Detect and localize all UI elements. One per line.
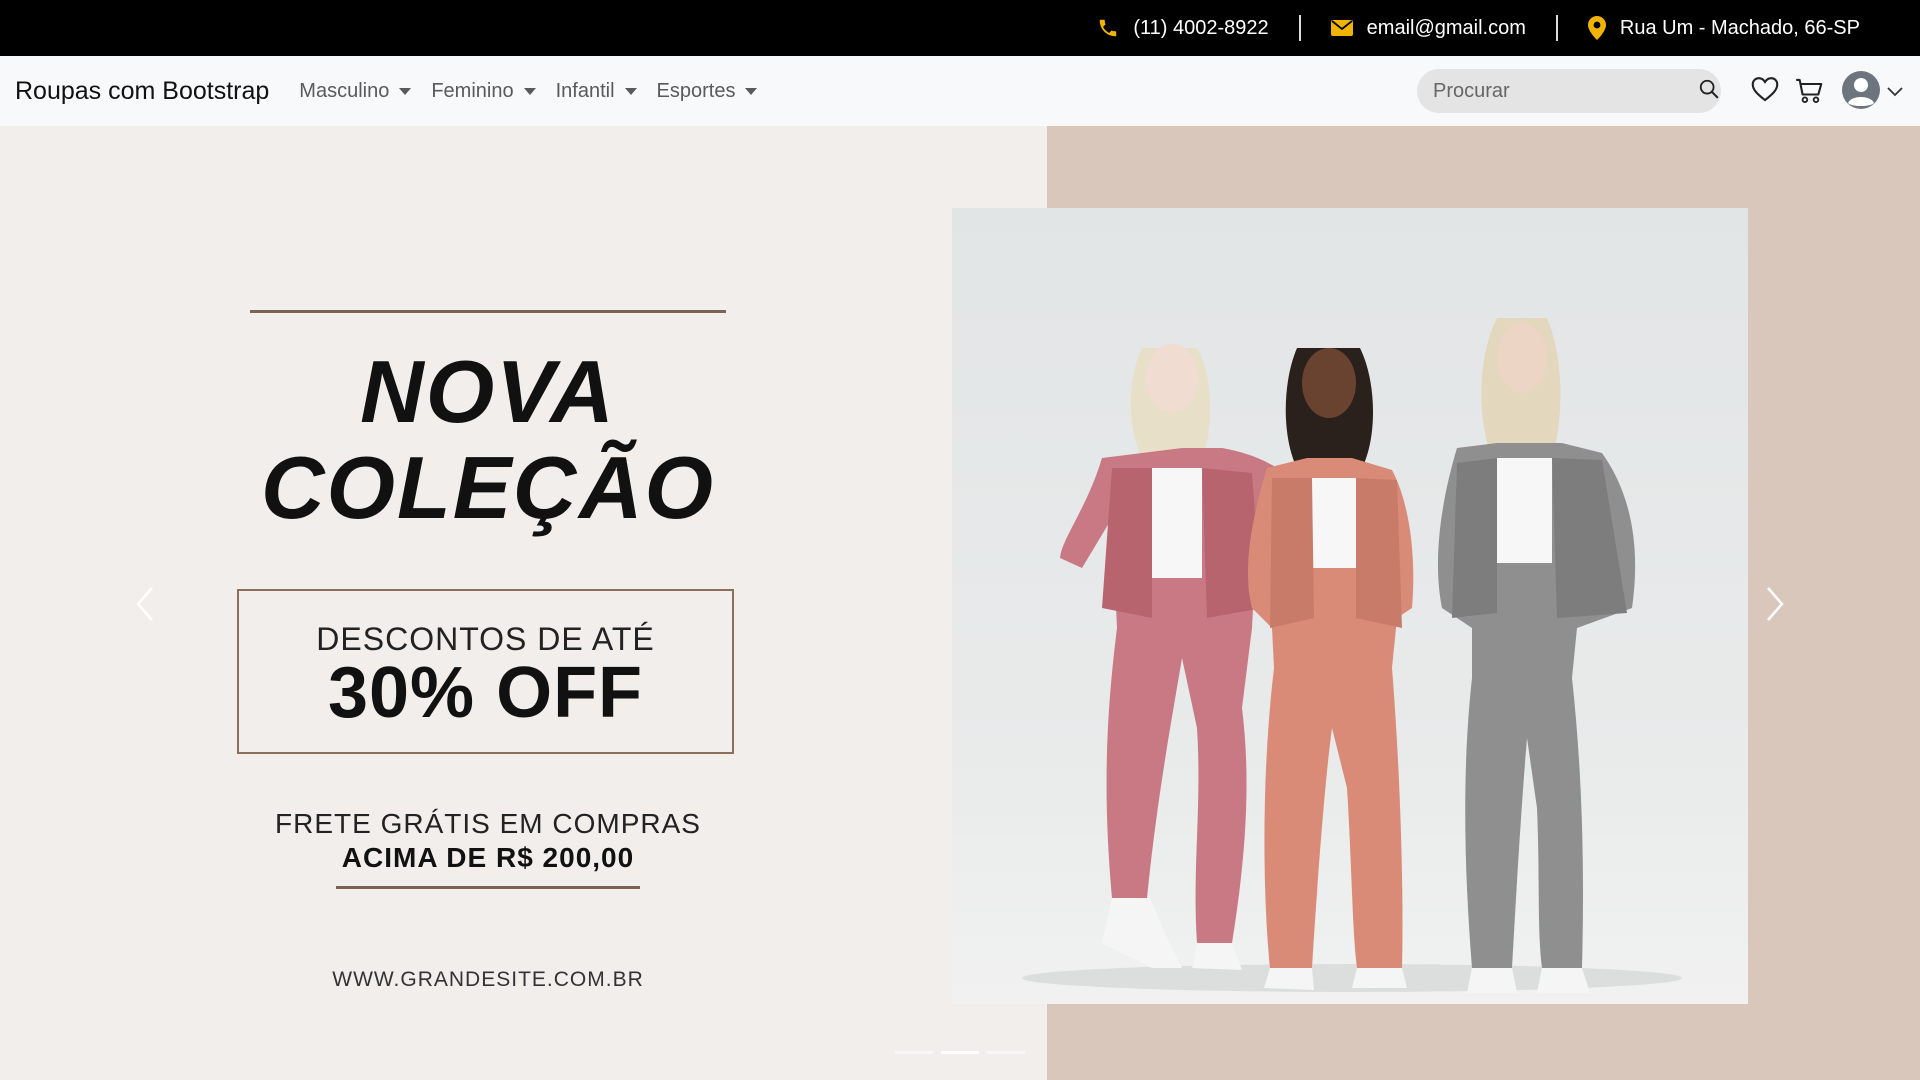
- nav-menu: Masculino Feminino Infantil Esportes: [299, 79, 758, 103]
- main-navbar: Roupas com Bootstrap Masculino Feminino …: [0, 56, 1920, 126]
- cart-icon[interactable]: [1795, 78, 1823, 109]
- decorative-line: [336, 886, 640, 889]
- search-input[interactable]: [1433, 79, 1698, 103]
- discount-value: 30% OFF: [327, 653, 644, 733]
- promo-website: WWW.GRANDESITE.COM.BR: [332, 968, 644, 991]
- phone-icon: [1097, 17, 1119, 39]
- carousel-indicator-1[interactable]: [895, 1051, 933, 1054]
- chevron-down-icon: [1887, 84, 1903, 102]
- caret-down-icon: [745, 87, 758, 95]
- user-menu[interactable]: [1841, 70, 1903, 115]
- address-contact[interactable]: Rua Um - Machado, 66-SP: [1558, 16, 1890, 40]
- nav-label: Infantil: [555, 79, 615, 102]
- model-middle: [1247, 348, 1414, 990]
- nav-label: Masculino: [299, 79, 390, 102]
- nav-label: Feminino: [431, 79, 514, 102]
- map-pin-icon: [1587, 16, 1606, 40]
- caret-down-icon: [624, 87, 637, 95]
- nav-dropdown-feminino[interactable]: Feminino: [431, 79, 536, 103]
- nav-label: Esportes: [656, 79, 736, 102]
- caret-down-icon: [523, 87, 536, 95]
- email-text: email@gmail.com: [1366, 16, 1526, 39]
- phone-text: (11) 4002-8922: [1133, 16, 1269, 39]
- email-contact[interactable]: email@gmail.com: [1301, 17, 1556, 40]
- search-bar: [1417, 69, 1721, 113]
- user-avatar-icon: [1841, 70, 1881, 115]
- chevron-right-icon: [1764, 586, 1786, 627]
- chevron-left-icon: [134, 586, 156, 627]
- model-right: [1437, 318, 1636, 993]
- address-text: Rua Um - Machado, 66-SP: [1619, 16, 1860, 39]
- brand-link[interactable]: Roupas com Bootstrap: [15, 77, 269, 106]
- discount-box: DESCONTOS DE ATÉ 30% OFF: [237, 589, 734, 754]
- carousel-prev-button[interactable]: [115, 576, 175, 636]
- hero-carousel: NOVA COLEÇÃO DESCONTOS DE ATÉ 30% OFF FR…: [0, 126, 1920, 1080]
- promo-title-line1: NOVA: [360, 342, 616, 441]
- heart-icon[interactable]: [1751, 76, 1779, 107]
- promo-title: NOVA COLEÇÃO: [230, 344, 746, 536]
- contact-bar: (11) 4002-8922 email@gmail.com Rua Um - …: [0, 0, 1920, 56]
- search-icon[interactable]: [1698, 78, 1720, 105]
- promo-title-line2: COLEÇÃO: [261, 438, 715, 537]
- phone-contact[interactable]: (11) 4002-8922: [1067, 17, 1298, 40]
- envelope-icon: [1330, 19, 1353, 37]
- carousel-indicator-3[interactable]: [987, 1051, 1025, 1054]
- caret-down-icon: [399, 87, 412, 95]
- nav-dropdown-masculino[interactable]: Masculino: [299, 79, 412, 103]
- decorative-line: [250, 310, 726, 313]
- nav-dropdown-esportes[interactable]: Esportes: [657, 80, 758, 103]
- shipping-threshold: ACIMA DE R$ 200,00: [341, 842, 635, 873]
- models-photo: [952, 208, 1748, 1004]
- carousel-next-button[interactable]: [1745, 576, 1805, 636]
- shipping-caption: FRETE GRÁTIS EM COMPRAS: [275, 808, 701, 839]
- carousel-indicators: [895, 1051, 1025, 1054]
- nav-dropdown-infantil[interactable]: Infantil: [556, 80, 637, 103]
- carousel-indicator-2[interactable]: [941, 1051, 979, 1054]
